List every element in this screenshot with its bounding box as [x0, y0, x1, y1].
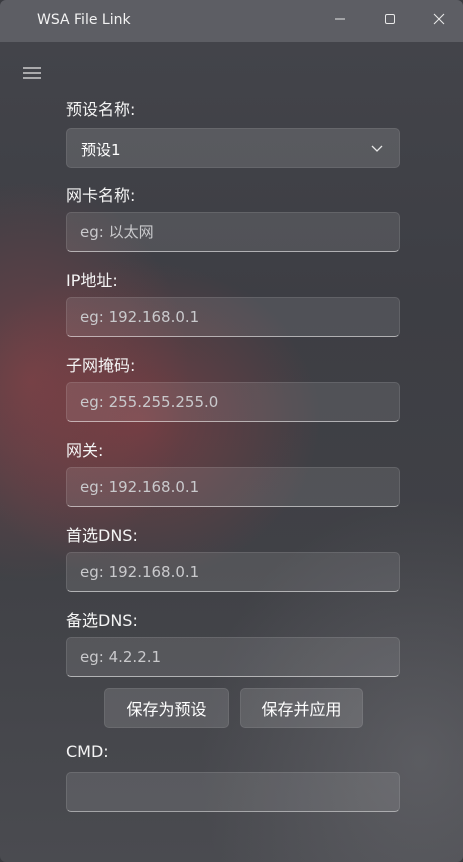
dns-primary-label: 首选DNS:: [66, 526, 138, 545]
preset-label: 预设名称:: [66, 100, 136, 119]
ip-field[interactable]: [66, 297, 400, 337]
subnet-field[interactable]: [66, 382, 400, 422]
minimize-icon: [335, 18, 345, 20]
gateway-input[interactable]: [67, 468, 399, 506]
maximize-button[interactable]: [370, 6, 410, 32]
cmd-label: CMD:: [66, 742, 109, 761]
close-button[interactable]: [419, 6, 459, 32]
save-and-apply-button[interactable]: 保存并应用: [240, 688, 363, 728]
ip-label: IP地址:: [66, 271, 118, 290]
close-icon: [433, 13, 445, 25]
gateway-field[interactable]: [66, 467, 400, 507]
app-title: WSA File Link: [37, 12, 131, 28]
dns-primary-field[interactable]: [66, 552, 400, 592]
dns-alternate-input[interactable]: [67, 638, 399, 676]
adapter-label: 网卡名称:: [66, 186, 136, 205]
ip-input[interactable]: [67, 298, 399, 336]
dns-alternate-field[interactable]: [66, 637, 400, 677]
maximize-icon: [385, 14, 395, 24]
chevron-down-icon: [371, 145, 383, 152]
preset-selected-value: 预设1: [81, 141, 121, 159]
subnet-label: 子网掩码:: [66, 356, 136, 375]
hamburger-menu-button[interactable]: [22, 65, 42, 81]
preset-select[interactable]: 预设1: [66, 128, 400, 168]
app-window: WSA File Link 预设名称: 预设1 网卡名称: eg: 以太网 IP…: [0, 0, 463, 862]
save-as-preset-button[interactable]: 保存为预设: [104, 688, 229, 728]
minimize-button[interactable]: [320, 6, 360, 32]
dns-primary-input[interactable]: [67, 553, 399, 591]
adapter-field[interactable]: [66, 212, 400, 252]
title-bar[interactable]: WSA File Link: [0, 0, 463, 42]
dns-alternate-label: 备选DNS:: [66, 611, 138, 630]
adapter-input[interactable]: [67, 213, 399, 251]
gateway-label: 网关:: [66, 441, 104, 460]
cmd-output[interactable]: [66, 772, 400, 812]
subnet-input[interactable]: [67, 383, 399, 421]
hamburger-menu-icon: [23, 67, 41, 79]
